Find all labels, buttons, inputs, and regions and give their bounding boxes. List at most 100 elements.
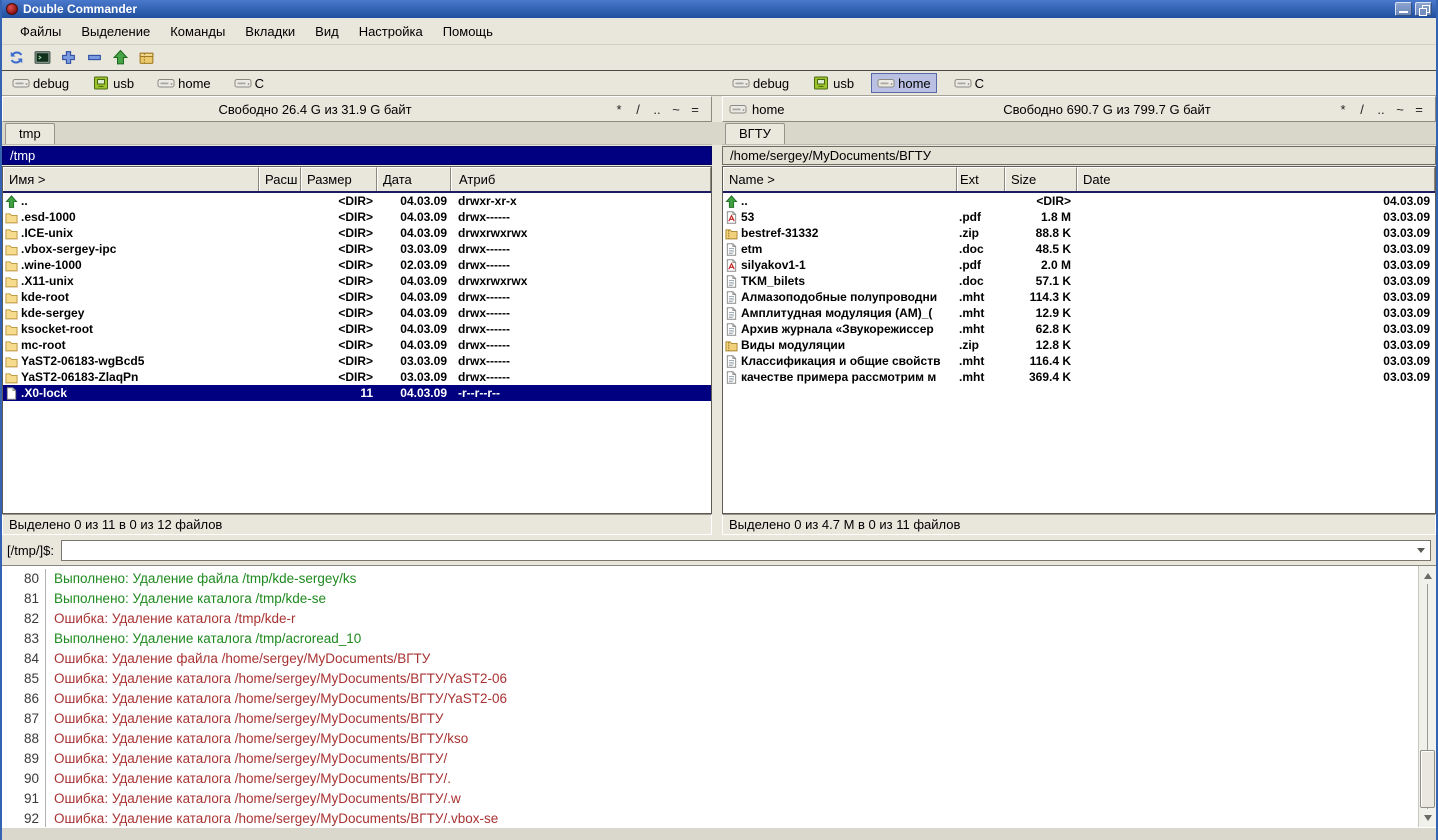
nav-button-3[interactable]: ~: [1392, 102, 1408, 117]
file-row[interactable]: качестве примера рассмотрим м.mht369.4 K…: [723, 369, 1435, 385]
drive-button-home[interactable]: home: [871, 73, 937, 93]
path-bars: /tmp /home/sergey/MyDocuments/ВГТУ: [2, 145, 1436, 166]
file-row[interactable]: Классификация и общие свойств.mht116.4 K…: [723, 353, 1435, 369]
file-row[interactable]: Алмазоподобные полупроводни.mht114.3 K03…: [723, 289, 1435, 305]
nav-button-2[interactable]: ..: [1373, 102, 1389, 117]
menu-item-3[interactable]: Вкладки: [235, 21, 305, 42]
file-date: 03.03.09: [377, 353, 451, 369]
file-row[interactable]: ..<DIR>04.03.09drwxr-xr-x: [3, 193, 711, 209]
file-row[interactable]: silyakov1-1.pdf2.0 M03.03.09: [723, 257, 1435, 273]
folder-icon: [5, 355, 18, 368]
nav-button-0[interactable]: *: [611, 102, 627, 117]
drive-button-usb[interactable]: usb: [86, 73, 140, 93]
tab-tmp[interactable]: tmp: [5, 123, 55, 144]
file-name: kde-root: [21, 289, 69, 305]
archive-button[interactable]: [135, 47, 157, 68]
menu-item-2[interactable]: Команды: [160, 21, 235, 42]
scroll-thumb[interactable]: [1420, 750, 1435, 808]
free-space-label: Свободно 26.4 G из 31.9 G байт: [19, 102, 611, 117]
file-row[interactable]: YaST2-06183-wgBcd5<DIR>03.03.09drwx-----…: [3, 353, 711, 369]
file-attr: drwxr-xr-x: [451, 193, 711, 209]
file-size: 11: [301, 385, 377, 401]
nav-button-1[interactable]: /: [630, 102, 646, 117]
drive-button-C[interactable]: C: [948, 73, 990, 93]
terminal-button[interactable]: [31, 47, 53, 68]
minimize-button[interactable]: [1395, 2, 1412, 16]
file-row[interactable]: bestref-31332.zip88.8 K03.03.09: [723, 225, 1435, 241]
log-scrollbar[interactable]: [1418, 566, 1436, 827]
drive-button-home[interactable]: home: [151, 73, 217, 93]
refresh-button[interactable]: [5, 47, 27, 68]
file-row[interactable]: TKM_bilets.doc57.1 K03.03.09: [723, 273, 1435, 289]
up-arrow-button[interactable]: [109, 47, 131, 68]
file-row[interactable]: Виды модуляции.zip12.8 K03.03.09: [723, 337, 1435, 353]
tab-vgtu[interactable]: ВГТУ: [725, 123, 785, 144]
line-number: 87: [2, 709, 46, 729]
file-ext: .pdf: [957, 257, 1005, 273]
file-row[interactable]: ..<DIR>04.03.09: [723, 193, 1435, 209]
nav-button-1[interactable]: /: [1354, 102, 1370, 117]
file-row[interactable]: .vbox-sergey-ipc<DIR>03.03.09drwx------: [3, 241, 711, 257]
file-ext: .mht: [957, 289, 1005, 305]
file-row[interactable]: .X0-lock1104.03.09-r--r--r--: [3, 385, 711, 401]
doc-icon: [725, 275, 738, 288]
file-row[interactable]: .X11-unix<DIR>04.03.09drwxrwxrwx: [3, 273, 711, 289]
file-row[interactable]: ksocket-root<DIR>04.03.09drwx------: [3, 321, 711, 337]
column-header-3[interactable]: Дата: [377, 167, 451, 191]
file-row[interactable]: etm.doc48.5 K03.03.09: [723, 241, 1435, 257]
column-header-2[interactable]: Size: [1005, 167, 1077, 191]
file-row[interactable]: .ICE-unix<DIR>04.03.09drwxrwxrwx: [3, 225, 711, 241]
file-list-left[interactable]: ..<DIR>04.03.09drwxr-xr-x.esd-1000<DIR>0…: [3, 193, 711, 513]
path-bar-right[interactable]: /home/sergey/MyDocuments/ВГТУ: [722, 146, 1436, 165]
nav-button-2[interactable]: ..: [649, 102, 665, 117]
line-number: 81: [2, 589, 46, 609]
column-header-1[interactable]: Расш: [259, 167, 301, 191]
nav-button-4[interactable]: =: [1411, 102, 1427, 117]
file-row[interactable]: 53.pdf1.8 M03.03.09: [723, 209, 1435, 225]
column-header-4[interactable]: Атриб: [451, 167, 711, 191]
column-header-3[interactable]: Date: [1077, 167, 1435, 191]
file-attr: drwx------: [451, 337, 711, 353]
path-bar-left[interactable]: /tmp: [2, 146, 712, 165]
panel-header-right[interactable]: home Свободно 690.7 G из 799.7 G байт */…: [722, 96, 1436, 122]
log-message: Ошибка: Удаление каталога /home/sergey/M…: [54, 689, 507, 709]
file-ext: [259, 353, 301, 369]
command-input[interactable]: [62, 542, 1412, 559]
column-header-1[interactable]: Ext: [957, 167, 1005, 191]
file-row[interactable]: Архив журнала «Звукорежиссер.mht62.8 K03…: [723, 321, 1435, 337]
nav-button-3[interactable]: ~: [668, 102, 684, 117]
restore-button[interactable]: [1415, 2, 1432, 16]
command-history-dropdown[interactable]: [1412, 541, 1430, 560]
file-row[interactable]: mc-root<DIR>04.03.09drwx------: [3, 337, 711, 353]
file-row[interactable]: .esd-1000<DIR>04.03.09drwx------: [3, 209, 711, 225]
menu-item-1[interactable]: Выделение: [71, 21, 160, 42]
doc-icon: [725, 371, 738, 384]
file-list-right[interactable]: ..<DIR>04.03.0953.pdf1.8 M03.03.09bestre…: [723, 193, 1435, 513]
add-tab-button[interactable]: [57, 47, 79, 68]
drive-button-debug[interactable]: debug: [726, 73, 795, 93]
file-row[interactable]: YaST2-06183-ZlaqPn<DIR>03.03.09drwx-----…: [3, 369, 711, 385]
panel-header-left[interactable]: Свободно 26.4 G из 31.9 G байт */..~=: [2, 96, 712, 122]
menu-item-6[interactable]: Помощь: [433, 21, 503, 42]
line-number: 90: [2, 769, 46, 789]
scroll-up-button[interactable]: [1419, 567, 1436, 583]
file-row[interactable]: kde-sergey<DIR>04.03.09drwx------: [3, 305, 711, 321]
file-row[interactable]: kde-root<DIR>04.03.09drwx------: [3, 289, 711, 305]
log-message: Выполнено: Удаление каталога /tmp/acrore…: [54, 629, 361, 649]
file-row[interactable]: Амплитудная модуляция (АМ)_(.mht12.9 K03…: [723, 305, 1435, 321]
nav-button-0[interactable]: *: [1335, 102, 1351, 117]
menu-item-0[interactable]: Файлы: [10, 21, 71, 42]
nav-button-4[interactable]: =: [687, 102, 703, 117]
scroll-down-button[interactable]: [1419, 810, 1436, 826]
file-date: 04.03.09: [377, 321, 451, 337]
menu-item-4[interactable]: Вид: [305, 21, 349, 42]
drive-button-debug[interactable]: debug: [6, 73, 75, 93]
drive-button-C[interactable]: C: [228, 73, 270, 93]
drive-button-usb[interactable]: usb: [806, 73, 860, 93]
remove-tab-button[interactable]: [83, 47, 105, 68]
menu-item-5[interactable]: Настройка: [349, 21, 433, 42]
column-header-0[interactable]: Имя >: [3, 167, 259, 191]
column-header-0[interactable]: Name >: [723, 167, 957, 191]
column-header-2[interactable]: Размер: [301, 167, 377, 191]
file-row[interactable]: .wine-1000<DIR>02.03.09drwx------: [3, 257, 711, 273]
